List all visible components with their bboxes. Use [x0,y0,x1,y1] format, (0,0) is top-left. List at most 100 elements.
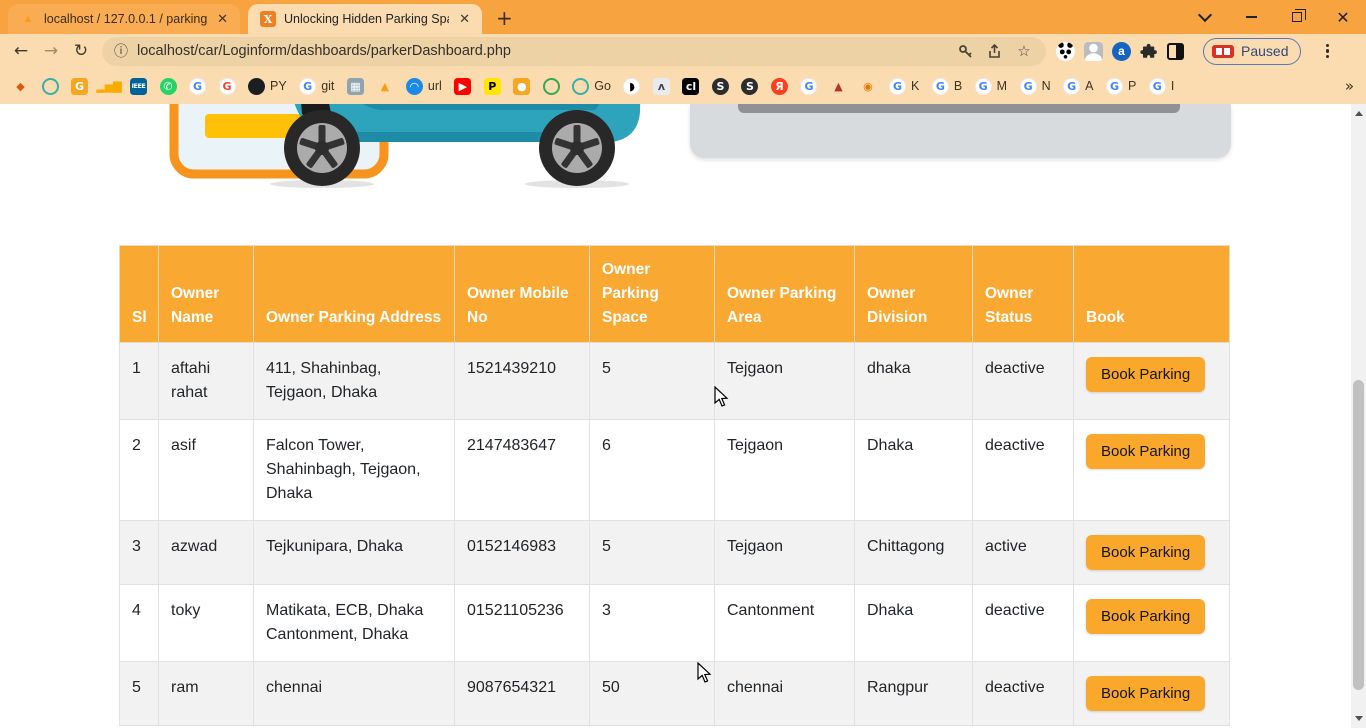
column-header-sl: Sl [120,246,159,343]
tab-search-icon[interactable] [1182,0,1228,34]
bookmark-s-dark-2[interactable]: S [741,78,758,95]
extensions-puzzle-icon[interactable] [1140,42,1158,60]
a-extension-icon[interactable]: a [1112,42,1131,61]
share-icon[interactable] [985,41,1005,61]
bookmark-runner[interactable]: ʌ [653,78,670,95]
close-button[interactable]: ✕ [1320,0,1366,34]
paused-label: Paused [1241,43,1288,59]
book-parking-button[interactable]: Book Parking [1086,676,1205,711]
google-a-icon: G [1063,78,1080,95]
bookmark-orange-cube[interactable]: G [71,78,88,95]
bookmark-label: P [1128,79,1136,93]
bookmark-wifi[interactable]: ◠url [406,78,442,95]
bookmark-green-ring[interactable] [543,78,560,95]
profile-avatar-icon[interactable] [1084,42,1103,61]
bookmark-star-icon[interactable]: ☆ [1014,41,1034,61]
forward-icon[interactable]: → [36,36,66,66]
cell-book: Book Parking [1074,521,1230,585]
scrollbar-thumb[interactable] [1353,380,1364,690]
xampp-icon: X [260,11,276,27]
bookmark-cl[interactable]: cl [682,78,699,95]
google-3-icon: G [800,78,817,95]
bookmark-teal-ring-go[interactable]: Go [572,78,611,95]
vertical-scrollbar[interactable] [1351,104,1366,728]
cell-book: Book Parking [1074,585,1230,662]
bookmark-matlab[interactable]: ▲ [830,78,847,95]
bookmark-google-1[interactable]: G [189,78,206,95]
cell-division: Rangpur [855,662,973,726]
hero-card-bar [738,104,1180,113]
bookmark-gray-badge[interactable]: ▦ [347,78,364,95]
browser-titlebar: ▲ localhost / 127.0.0.1 / parking / a ✕ … [0,0,1366,34]
bookmark-google-3[interactable]: G [800,78,817,95]
bookmark-youtube[interactable]: ▶ [454,78,471,95]
bookmark-google-2[interactable]: G [219,78,236,95]
tab-close-icon[interactable]: ✕ [457,12,472,27]
book-parking-button[interactable]: Book Parking [1086,434,1205,469]
new-tab-button[interactable]: + [496,6,513,30]
bookmark-ieee[interactable]: IEEE [130,78,147,95]
bookmark-label: PY [270,79,287,93]
cell-mobile: 1521439210 [455,343,590,420]
tab-phpmyadmin[interactable]: ▲ localhost / 127.0.0.1 / parking / a ✕ [8,4,240,34]
pma-icon: ▲ [376,78,393,95]
column-header-owner-status: Owner Status [973,246,1074,343]
bookmark-pma[interactable]: ▲ [376,78,393,95]
bookmark-google-p[interactable]: GP [1106,78,1136,95]
browser-toolbar: ← → ↻ ⓘ localhost/car/Loginform/dashboar… [0,34,1366,68]
scroll-down-icon[interactable] [1351,711,1366,726]
bookmark-github[interactable]: PY [248,78,287,95]
bookmark-s-dark-1[interactable]: S [712,78,729,95]
rear-wheel [539,110,615,186]
cell-area: Cantonment [715,585,855,662]
google-i-icon: G [1149,78,1166,95]
restore-button[interactable] [1274,0,1320,34]
site-info-icon[interactable]: ⓘ [114,41,128,61]
paused-badge[interactable]: Paused [1203,38,1301,65]
browser-menu-icon[interactable] [1318,44,1336,59]
table-row: 1aftahi rahat411, Shahinbag, Tejgaon, Dh… [120,343,1230,420]
bookmark-google-a[interactable]: GA [1063,78,1093,95]
column-header-owner-mobile-no: Owner Mobile No [455,246,590,343]
bookmark-eye[interactable]: ◉ [859,78,876,95]
cell-sl: 4 [120,585,159,662]
tab-close-icon[interactable]: ✕ [215,12,230,27]
scroll-up-icon[interactable] [1351,106,1366,121]
bookmark-p-yellow[interactable]: P [484,78,501,95]
bookmark-yandex[interactable]: Я [771,78,788,95]
book-parking-button[interactable]: Book Parking [1086,599,1205,634]
bookmark-google-n[interactable]: GN [1020,78,1051,95]
bookmark-label: Go [594,79,611,93]
bookmark-google-k[interactable]: GK [889,78,919,95]
bookmarks-overflow-icon[interactable]: » [1345,77,1354,95]
minimize-button[interactable] [1228,0,1274,34]
bookmark-whatsapp[interactable]: ✆ [160,78,177,95]
bookmark-google-i[interactable]: GI [1149,78,1174,95]
bookmark-analytics[interactable]: ▂▅▇ [101,78,118,95]
magpie-icon: ◗ [623,78,640,95]
panda-extension-icon[interactable] [1056,42,1075,61]
bookmark-teal-ring[interactable] [42,78,59,95]
teal-ring-icon [42,78,59,95]
side-panel-icon[interactable] [1167,43,1184,60]
password-key-icon[interactable] [956,41,976,61]
cl-icon: cl [682,78,699,95]
bookmark-label: git [321,79,334,93]
table-row: 2asifFalcon Tower, Shahinbagh, Tejgaon, … [120,420,1230,521]
book-parking-button[interactable]: Book Parking [1086,357,1205,392]
bookmark-google-m[interactable]: GM [975,78,1007,95]
bookmark-google-git[interactable]: Ggit [299,78,334,95]
bookmark-diamond[interactable]: ◆ [12,78,29,95]
bookmark-google-b[interactable]: GB [932,78,962,95]
google-m-icon: G [975,78,992,95]
cell-division: Dhaka [855,420,973,521]
hero-card [690,104,1231,158]
book-parking-button[interactable]: Book Parking [1086,535,1205,570]
bookmark-magpie[interactable]: ◗ [623,78,640,95]
reload-icon[interactable]: ↻ [66,36,96,66]
address-bar[interactable]: ⓘ localhost/car/Loginform/dashboards/par… [102,37,1046,66]
cell-mobile: 9087654321 [455,662,590,726]
tab-parking-dashboard[interactable]: X Unlocking Hidden Parking Space ✕ [248,4,482,34]
bookmark-camera[interactable]: ● [513,78,530,95]
back-icon[interactable]: ← [6,36,36,66]
